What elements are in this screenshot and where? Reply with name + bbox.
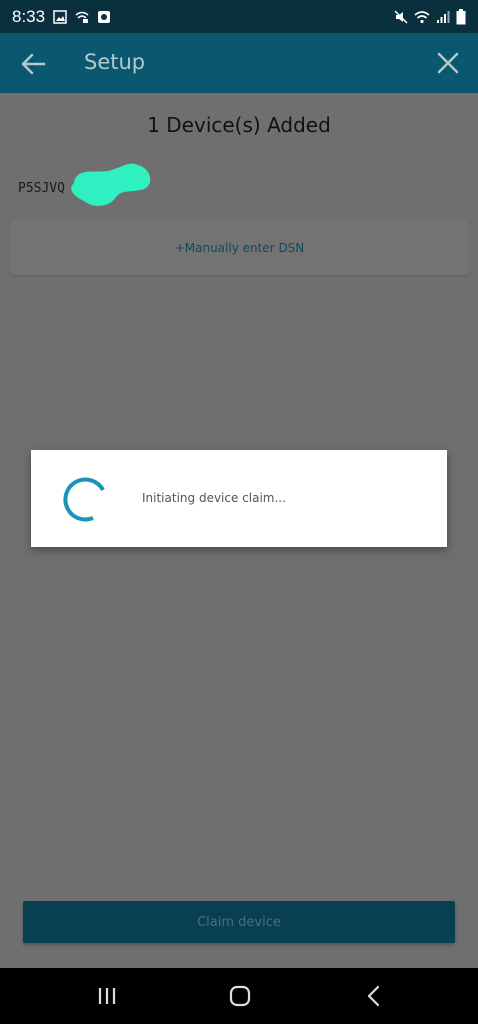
back-nav-icon[interactable] (360, 982, 388, 1010)
manual-entry-label: +Manually enter DSN (174, 240, 305, 255)
arrow-left-icon[interactable] (18, 49, 48, 79)
status-right (394, 8, 466, 25)
battery-icon (456, 8, 466, 24)
image-icon (53, 9, 67, 24)
wifi-calling-icon (75, 11, 89, 23)
signal-icon (437, 10, 450, 23)
loading-spinner-icon (63, 477, 105, 522)
system-nav-bar (0, 968, 478, 1024)
status-left: 8:33 (12, 7, 111, 27)
page-title: Setup (84, 50, 146, 74)
wifi-icon (414, 10, 430, 23)
redaction-mark (71, 163, 151, 206)
progress-dialog: Initiating device claim... (31, 450, 447, 547)
manual-entry-button[interactable]: +Manually enter DSN (10, 220, 469, 275)
claim-device-button[interactable]: Claim device (23, 901, 455, 943)
status-time: 8:33 (12, 6, 46, 26)
devices-added-heading: 1 Device(s) Added (147, 113, 331, 137)
home-icon[interactable] (226, 982, 254, 1010)
device-id: P5SJVQ (18, 181, 65, 196)
app-icon (98, 10, 111, 23)
mute-icon (394, 9, 408, 24)
app-bar: Setup (0, 33, 478, 93)
recent-apps-icon[interactable] (93, 982, 121, 1010)
dialog-message: Initiating device claim... (142, 491, 286, 505)
status-bar: 8:33 (0, 0, 478, 33)
claim-device-label: Claim device (197, 914, 281, 930)
close-icon[interactable] (434, 49, 462, 77)
